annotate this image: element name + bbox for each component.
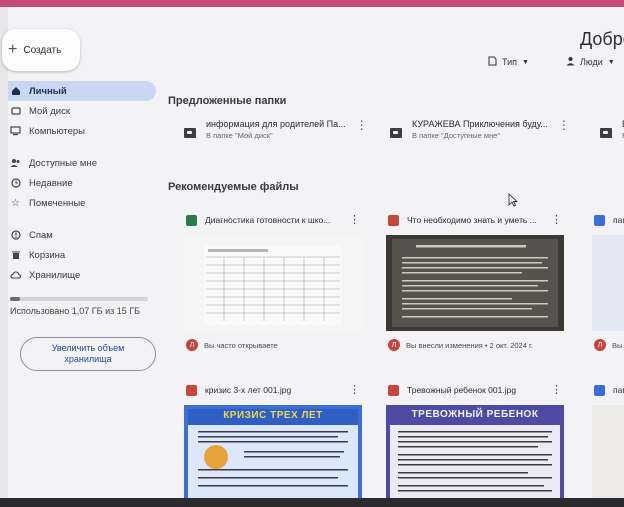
- sidebar-item-storage[interactable]: Хранилище: [8, 265, 158, 285]
- file-thumbnail: ТРЕВОЖНЫЙ РЕБЕНОК: [386, 405, 564, 500]
- file-thumbnail: КРИЗИС ТРЕХ ЛЕТ: [184, 405, 362, 500]
- sidebar: + Создать Личный Мой диск Компьютеры Дос…: [2, 7, 168, 500]
- shared-folder-icon: [390, 128, 402, 138]
- shared-folder-icon: [600, 128, 612, 138]
- sidebar-item-spam[interactable]: Спам: [8, 225, 158, 245]
- image-file-icon: [388, 214, 399, 226]
- sidebar-item-label: Помеченные: [29, 197, 86, 209]
- image-file-icon: [388, 384, 399, 396]
- main-content: Добро Тип ▼ Люди ▼ Предложенные папки ин…: [168, 7, 624, 500]
- more-options-icon[interactable]: ⋮: [558, 119, 570, 131]
- file-card[interactable]: Что необходимо знать и уметь ... ⋮ Л Вы …: [386, 211, 564, 359]
- more-options-icon[interactable]: ⋮: [349, 213, 360, 226]
- upgrade-storage-button[interactable]: Увеличить объем хранилища: [20, 337, 156, 371]
- avatar: Л: [186, 339, 198, 351]
- sidebar-item-label: Хранилище: [29, 269, 81, 281]
- file-thumbnail: [184, 235, 362, 331]
- drive-icon: [10, 106, 21, 117]
- bottom-bezel: [0, 498, 624, 507]
- thumbnail-heading: ТРЕВОЖНЫЙ РЕБЕНОК: [411, 409, 539, 420]
- sidebar-item-computers[interactable]: Компьютеры: [8, 121, 158, 141]
- folder-location: В папке "Мой диск": [206, 131, 273, 140]
- computer-icon: [10, 126, 21, 137]
- more-options-icon[interactable]: ⋮: [551, 383, 562, 396]
- sidebar-item-label: Корзина: [29, 249, 66, 261]
- suggested-folder-item[interactable]: КУРАЖЕВА Приключения буду... В папке "До…: [390, 119, 570, 161]
- sidebar-item-label: Спам: [29, 229, 53, 241]
- shared-folder-icon: [184, 128, 196, 138]
- file-name: пам. д: [613, 385, 624, 395]
- storage-usage-text: Использовано 1,07 ГБ из 15 ГБ: [10, 306, 141, 316]
- storage-progress-bar: [10, 297, 148, 301]
- file-thumbnail: [592, 235, 624, 331]
- filter-type-button[interactable]: Тип ▼: [488, 53, 529, 71]
- filter-people-label: Люди: [580, 57, 603, 67]
- drive-window: + Создать Личный Мой диск Компьютеры Дос…: [2, 7, 624, 500]
- file-name: пам: [613, 215, 624, 225]
- suggested-folder-item[interactable]: Бо В п: [600, 119, 624, 161]
- sidebar-item-recent[interactable]: Недавние: [8, 173, 158, 193]
- folder-name: КУРАЖЕВА Приключения буду...: [412, 119, 548, 129]
- trash-icon: [10, 250, 21, 261]
- sidebar-item-my-drive[interactable]: Мой диск: [8, 101, 158, 121]
- plus-icon: +: [8, 41, 18, 58]
- file-name: Что необходимо знать и уметь ...: [407, 215, 537, 225]
- sidebar-item-home[interactable]: Личный: [8, 81, 156, 101]
- cloud-icon: [10, 270, 21, 281]
- file-activity: Вы внесли изменения • 2 окт. 2024 г.: [406, 340, 533, 350]
- file-name: Тревожный ребенок 001.jpg: [407, 385, 517, 395]
- suggested-folder-item[interactable]: информация для родителей Па... В папке "…: [184, 119, 368, 161]
- star-icon: ☆: [11, 197, 20, 209]
- file-card[interactable]: Диагностика готовности к шко... ⋮ Л Вы ч…: [184, 211, 362, 359]
- sidebar-item-label: Недавние: [29, 177, 73, 189]
- folder-name: информация для родителей Па...: [206, 119, 346, 129]
- recommended-files-title: Рекомендуемые файлы: [168, 181, 299, 193]
- clock-icon: [10, 178, 21, 189]
- file-icon: [488, 56, 497, 68]
- image-file-icon: [186, 384, 197, 396]
- more-options-icon[interactable]: ⋮: [349, 383, 360, 396]
- avatar: Л: [594, 339, 606, 351]
- dropdown-arrow-icon: ▼: [522, 58, 529, 66]
- create-button[interactable]: + Создать: [2, 29, 80, 71]
- thumbnail-heading: КРИЗИС ТРЕХ ЛЕТ: [223, 410, 323, 421]
- more-options-icon[interactable]: ⋮: [551, 213, 562, 226]
- file-card[interactable]: пам Л Вы откр: [592, 211, 624, 359]
- sidebar-item-trash[interactable]: Корзина: [8, 245, 158, 265]
- sidebar-item-label: Доступные мне: [29, 157, 97, 169]
- filter-type-label: Тип: [502, 57, 518, 67]
- greeting-title: Добро: [580, 29, 624, 49]
- sidebar-item-label: Личный: [29, 85, 67, 97]
- mouse-cursor-icon: [508, 192, 519, 212]
- spam-icon: [10, 230, 21, 241]
- file-card[interactable]: кризис 3-х лет 001.jpg ⋮ КРИЗИС ТРЕХ ЛЕТ: [184, 381, 362, 500]
- file-activity: Вы откр: [612, 340, 624, 350]
- document-icon: [594, 384, 605, 396]
- person-icon: [566, 56, 575, 68]
- file-card[interactable]: пам. д: [592, 381, 624, 500]
- sidebar-item-starred[interactable]: ☆ Помеченные: [8, 193, 158, 213]
- filter-people-button[interactable]: Люди ▼: [566, 53, 615, 71]
- file-thumbnail: [592, 405, 624, 500]
- home-icon: [10, 86, 21, 97]
- create-button-label: Создать: [23, 44, 62, 56]
- sidebar-item-label: Мой диск: [29, 105, 71, 117]
- file-thumbnail: [386, 235, 564, 331]
- more-options-icon[interactable]: ⋮: [356, 119, 368, 131]
- spreadsheet-icon: [186, 214, 197, 226]
- sidebar-item-shared[interactable]: Доступные мне: [8, 153, 158, 173]
- file-card[interactable]: Тревожный ребенок 001.jpg ⋮ ТРЕВОЖНЫЙ РЕ…: [386, 381, 564, 500]
- file-name: Диагностика готовности к шко...: [205, 215, 331, 225]
- sidebar-item-label: Компьютеры: [29, 125, 85, 137]
- dropdown-arrow-icon: ▼: [607, 58, 615, 66]
- storage-progress-fill: [10, 297, 20, 301]
- people-icon: [10, 158, 21, 169]
- file-name: кризис 3-х лет 001.jpg: [205, 385, 292, 395]
- folder-location: В папке "Доступные мне": [412, 131, 500, 140]
- document-icon: [594, 214, 605, 226]
- suggested-folders-title: Предложенные папки: [168, 95, 287, 107]
- file-activity: Вы часто открываете: [204, 340, 278, 350]
- top-accent-bar: [0, 0, 624, 7]
- avatar: Л: [388, 339, 400, 351]
